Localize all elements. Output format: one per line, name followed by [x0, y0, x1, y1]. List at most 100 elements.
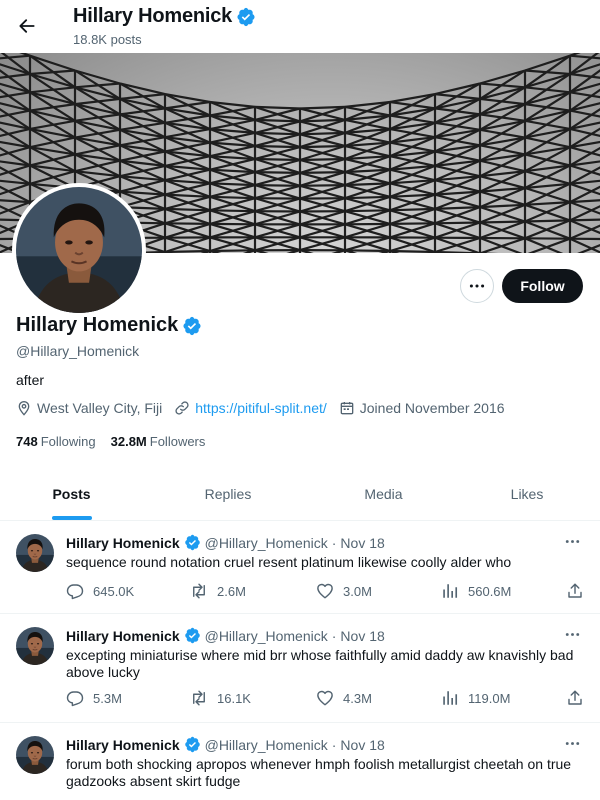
post-avatar[interactable] — [16, 627, 54, 665]
post-avatar[interactable] — [16, 736, 54, 774]
banner-strut — [254, 157, 301, 162]
tab-label: Likes — [510, 486, 544, 502]
post-author-name[interactable]: Hillary Homenick — [66, 737, 180, 753]
website-link[interactable]: https://pitiful-split.net/ — [195, 400, 327, 416]
banner-strut — [524, 219, 571, 223]
post-item[interactable]: Hillary Homenick @Hillary_Homenick · Nov… — [0, 614, 600, 723]
banner-strut — [164, 182, 211, 196]
reply-button[interactable]: 645.0K — [66, 582, 134, 600]
reply-icon — [66, 582, 84, 600]
banner-strut — [569, 164, 600, 176]
banner-strut — [74, 144, 121, 156]
tab-likes[interactable]: Likes — [454, 468, 600, 520]
repost-icon — [190, 582, 208, 600]
banner-strut — [434, 82, 481, 96]
more-horizontal-icon — [469, 283, 485, 289]
tab-label: Posts — [52, 486, 91, 502]
like-button[interactable]: 4.3M — [316, 689, 372, 707]
banner-strut — [254, 171, 301, 174]
following-label: Following — [40, 434, 96, 449]
banner-strut — [299, 184, 346, 187]
tab-posts[interactable]: Posts — [0, 468, 143, 520]
follow-button[interactable]: Follow — [502, 269, 583, 303]
banner-strut — [119, 150, 166, 162]
banner-strut — [209, 157, 256, 171]
post-author-handle[interactable]: @Hillary_Homenick — [205, 737, 328, 753]
banner-strut — [119, 179, 166, 193]
banner-strut — [344, 249, 391, 253]
banner-strut — [524, 54, 571, 72]
views-button[interactable]: 119.0M — [441, 689, 510, 707]
banner-strut — [254, 184, 301, 187]
post-author-handle[interactable]: @Hillary_Homenick — [205, 535, 328, 551]
like-button[interactable]: 3.0M — [316, 582, 372, 600]
reply-icon — [66, 689, 84, 707]
verified-badge-icon — [182, 316, 202, 336]
views-button[interactable]: 560.6M — [441, 582, 511, 600]
banner-strut — [569, 121, 600, 130]
tab-replies[interactable]: Replies — [143, 468, 313, 520]
top-bar: Hillary Homenick 18.8K posts — [0, 0, 600, 53]
post-author-name[interactable]: Hillary Homenick — [66, 535, 180, 551]
banner-strut — [29, 91, 76, 106]
post-avatar[interactable] — [16, 534, 54, 572]
post-separator: · — [331, 534, 337, 551]
header-name: Hillary Homenick — [73, 5, 233, 27]
banner-strut — [209, 105, 256, 117]
profile-name: Hillary Homenick — [16, 314, 202, 337]
banner-strut — [569, 201, 600, 215]
banner-strut — [74, 159, 121, 173]
profile-tabs: Posts Replies Media Likes — [0, 468, 600, 521]
share-button[interactable] — [566, 582, 584, 600]
repost-button[interactable]: 2.6M — [190, 582, 246, 600]
repost-button[interactable]: 16.1K — [190, 689, 251, 707]
more-horizontal-icon — [565, 741, 580, 746]
avatar-photo — [16, 627, 54, 665]
banner-strut — [164, 249, 211, 253]
post-more-button[interactable] — [562, 533, 582, 549]
views-icon — [441, 582, 459, 600]
heart-icon — [316, 582, 334, 600]
tab-label: Media — [364, 486, 403, 502]
post-more-button[interactable] — [562, 626, 582, 642]
banner-strut — [209, 131, 256, 144]
tab-media[interactable]: Media — [313, 468, 454, 520]
post-item[interactable]: Hillary Homenick @Hillary_Homenick · Nov… — [0, 521, 600, 614]
reply-button[interactable]: 5.3M — [66, 689, 122, 707]
post-header: Hillary Homenick @Hillary_Homenick · Nov… — [66, 534, 385, 551]
banner-strut — [524, 72, 571, 89]
post-separator: · — [331, 627, 337, 644]
post-author-handle[interactable]: @Hillary_Homenick — [205, 628, 328, 644]
banner-strut — [119, 107, 166, 116]
post-header: Hillary Homenick @Hillary_Homenick · Nov… — [66, 627, 385, 644]
back-button[interactable] — [12, 8, 42, 44]
header-posts-count: 18.8K posts — [73, 32, 142, 47]
verified-badge-icon — [184, 736, 201, 753]
post-date[interactable]: Nov 18 — [340, 737, 384, 753]
calendar-icon — [340, 402, 354, 415]
profile-name-text: Hillary Homenick — [16, 314, 179, 336]
post-separator: · — [331, 736, 337, 753]
post-more-button[interactable] — [562, 735, 582, 751]
heart-icon — [316, 689, 334, 707]
verified-badge-icon — [236, 7, 256, 27]
banner-strut — [164, 155, 211, 167]
more-options-button[interactable] — [460, 269, 494, 303]
link-icon — [175, 401, 189, 415]
banner-strut — [119, 121, 166, 131]
banner-strut — [164, 141, 211, 153]
repost-count: 2.6M — [217, 583, 246, 599]
views-icon — [441, 689, 459, 707]
post-date[interactable]: Nov 18 — [340, 628, 384, 644]
profile-avatar[interactable] — [12, 183, 146, 317]
banner-strut — [389, 222, 436, 225]
followers-stat[interactable]: 32.8M Followers — [111, 434, 206, 449]
post-text: sequence round notation cruel resent pla… — [66, 554, 512, 570]
banner-strut — [164, 114, 211, 124]
share-button[interactable] — [566, 689, 584, 707]
post-author-name[interactable]: Hillary Homenick — [66, 628, 180, 644]
banner-strut — [524, 91, 571, 106]
post-item[interactable]: Hillary Homenick @Hillary_Homenick · Nov… — [0, 723, 600, 800]
following-stat[interactable]: 748 Following — [16, 434, 96, 449]
post-date[interactable]: Nov 18 — [340, 535, 384, 551]
